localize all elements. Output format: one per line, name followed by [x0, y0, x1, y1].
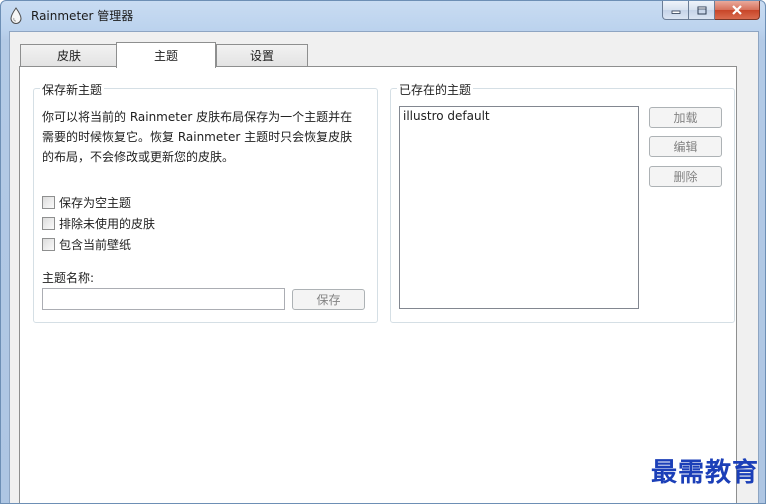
minimize-button[interactable] [662, 1, 689, 20]
tab-themes[interactable]: 主题 [116, 42, 216, 68]
existing-themes-legend: 已存在的主题 [397, 81, 474, 98]
save-button[interactable]: 保存 [292, 289, 365, 310]
tab-settings[interactable]: 设置 [216, 44, 308, 66]
description-line: 的布局，不会修改或更新您的皮肤。 [42, 150, 235, 164]
close-button[interactable] [715, 1, 760, 20]
description-line: 你可以将当前的 Rainmeter 皮肤布局保存为一个主题并在 [42, 110, 353, 124]
tab-skins[interactable]: 皮肤 [20, 44, 118, 66]
save-theme-legend: 保存新主题 [40, 81, 105, 98]
client-area: 皮肤 主题 设置 保存新主题 你可以将当前的 Rainmeter 皮肤布局保存为… [9, 31, 759, 503]
description-line: 需要的时候恢复它。恢复 Rainmeter 主题时只会恢复皮肤 [42, 130, 353, 144]
existing-themes-group: 已存在的主题 illustro default 加载 编辑 删除 [390, 81, 735, 323]
window-title: Rainmeter 管理器 [31, 9, 134, 23]
theme-name-label: 主题名称: [42, 271, 95, 285]
list-item[interactable]: illustro default [400, 107, 638, 125]
checkbox[interactable] [42, 216, 55, 230]
checkbox[interactable] [42, 237, 55, 251]
delete-button[interactable]: 删除 [649, 166, 722, 187]
watermark-text: 最需教育 [650, 458, 759, 488]
maximize-icon [697, 6, 706, 14]
theme-name-input[interactable] [42, 288, 285, 310]
option-include-wallpaper[interactable]: 包含当前壁纸 [42, 236, 131, 252]
rainmeter-manager-window: Rainmeter 管理器 皮肤 主题 设置 保存新主题 你可以将当前的 Rai… [0, 0, 766, 504]
option-save-empty[interactable]: 保存为空主题 [42, 194, 131, 210]
option-label: 保存为空主题 [59, 195, 132, 210]
load-button[interactable]: 加载 [649, 107, 722, 128]
title-bar[interactable]: Rainmeter 管理器 [1, 1, 765, 31]
option-exclude-unused[interactable]: 排除未使用的皮肤 [42, 215, 155, 231]
themes-panel: 保存新主题 你可以将当前的 Rainmeter 皮肤布局保存为一个主题并在 需要… [19, 66, 737, 503]
save-theme-group: 保存新主题 你可以将当前的 Rainmeter 皮肤布局保存为一个主题并在 需要… [33, 81, 378, 323]
minimize-icon [671, 10, 680, 14]
themes-listbox[interactable]: illustro default [399, 106, 639, 309]
edit-button[interactable]: 编辑 [649, 136, 722, 157]
maximize-button[interactable] [689, 1, 715, 20]
option-label: 排除未使用的皮肤 [59, 216, 156, 231]
close-icon [732, 5, 742, 15]
raindrop-icon [10, 7, 22, 24]
option-label: 包含当前壁纸 [59, 237, 132, 252]
checkbox[interactable] [42, 195, 55, 209]
caption-buttons [662, 1, 760, 21]
save-theme-description: 你可以将当前的 Rainmeter 皮肤布局保存为一个主题并在 需要的时候恢复它… [42, 107, 372, 167]
